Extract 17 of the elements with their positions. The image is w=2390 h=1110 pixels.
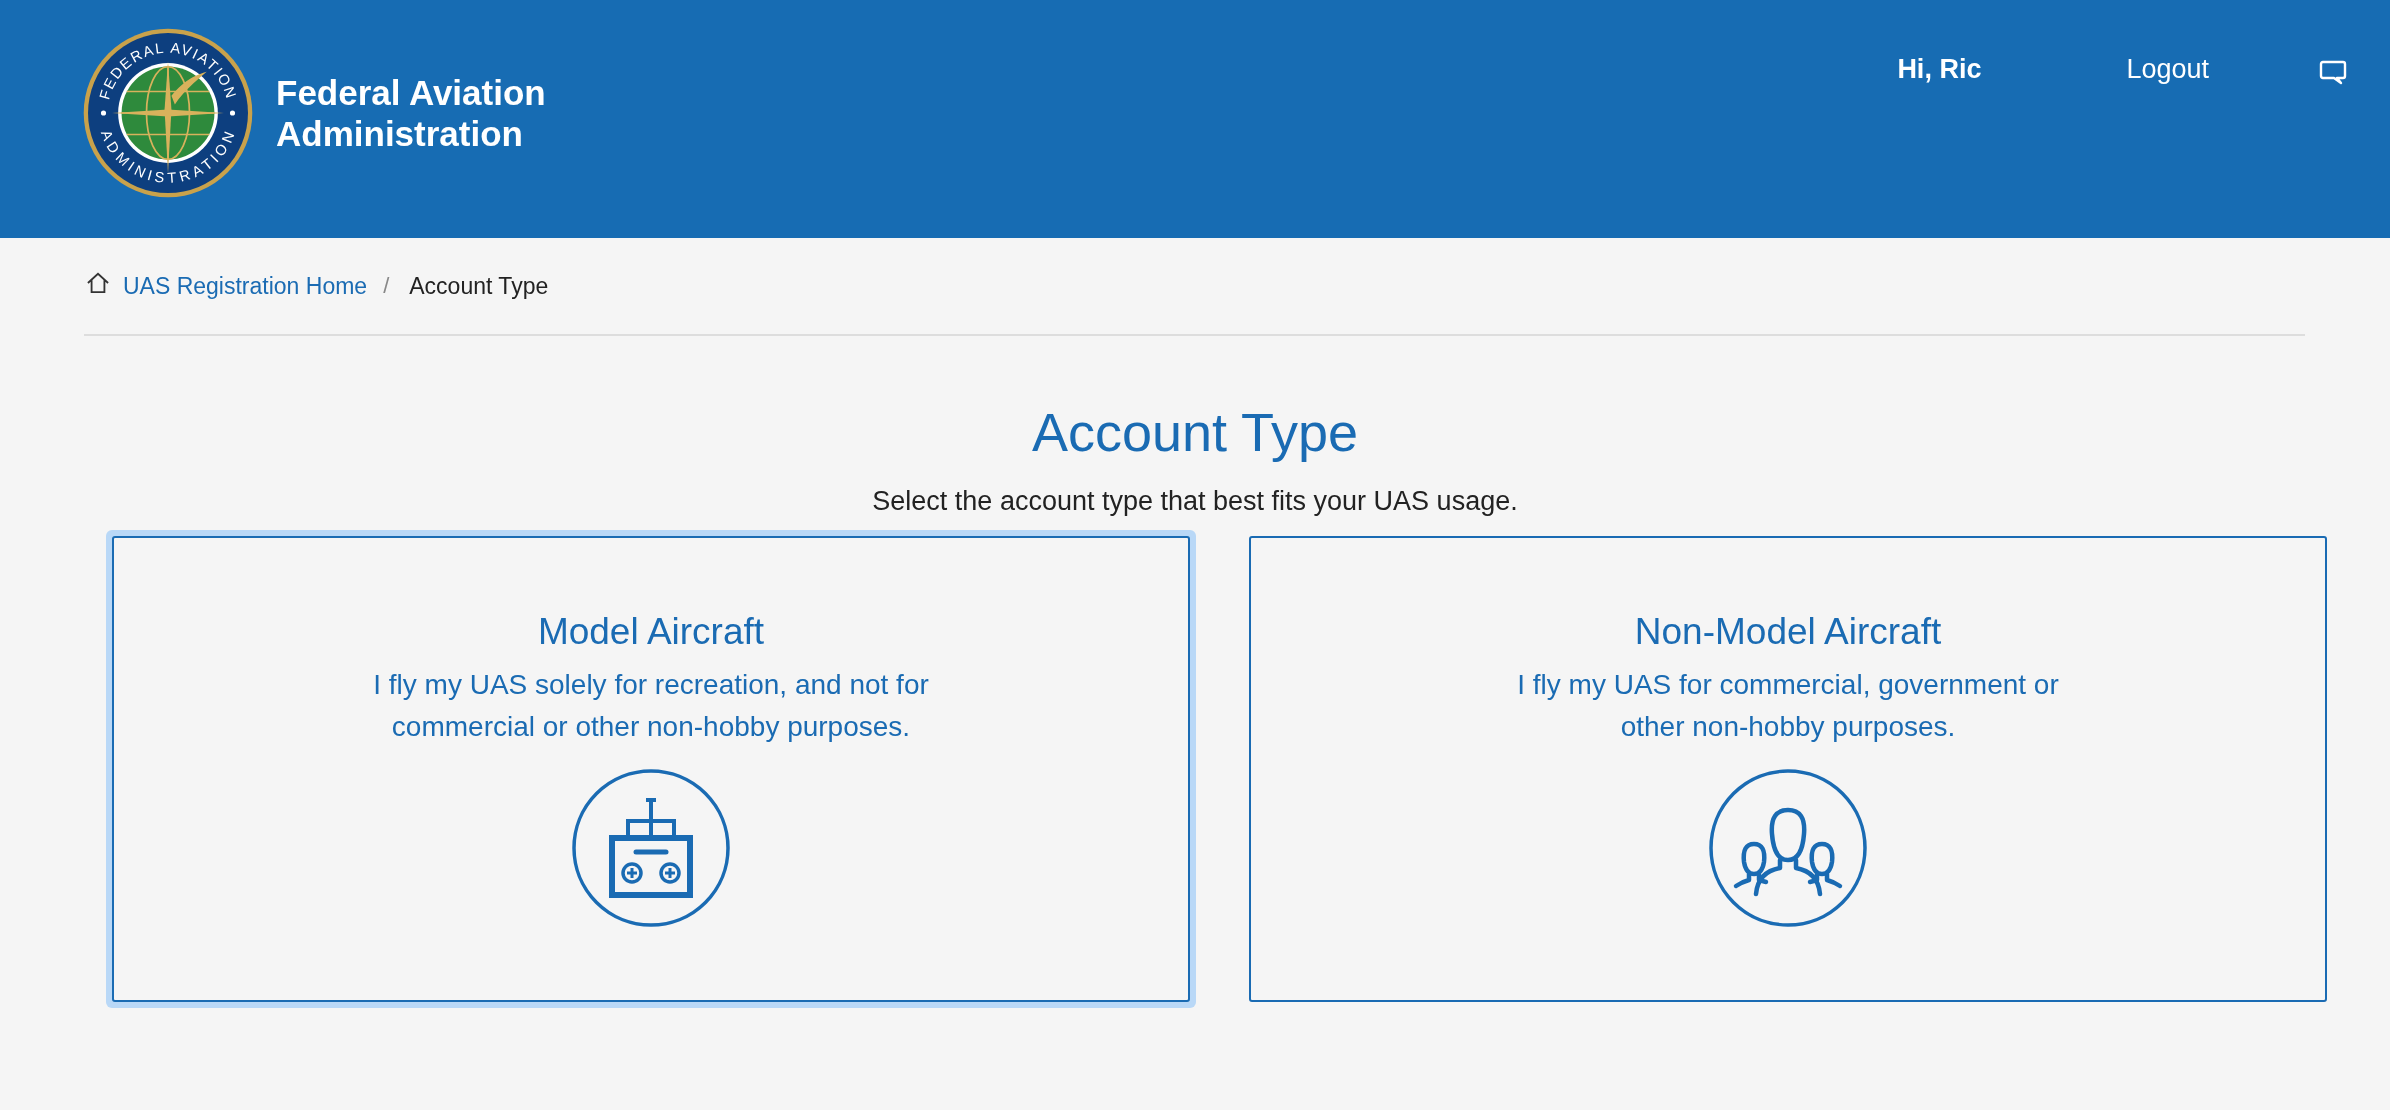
agency-name: Federal Aviation Administration <box>276 72 547 154</box>
page-title: Account Type <box>1030 401 1360 464</box>
user-greeting: Hi, Ric <box>1897 53 1982 85</box>
remote-controller-icon <box>571 768 731 928</box>
home-icon <box>86 272 110 294</box>
people-group-icon <box>1708 768 1868 928</box>
breadcrumb-current: Account Type <box>409 272 549 300</box>
breadcrumb-separator: / <box>383 273 390 299</box>
logout-link[interactable]: Logout <box>2126 53 2209 85</box>
chat-icon[interactable] <box>2319 60 2347 86</box>
card-description: I fly my UAS solely for recreation, and not for commercial or other non-hobby purposes. <box>372 668 930 744</box>
card-description: I fly my UAS for commercial, government or other non-hobby purposes. <box>1516 668 2060 744</box>
breadcrumb-home-link[interactable]: UAS Registration Home <box>123 272 368 300</box>
card-title: Non-Model Aircraft <box>1634 610 1942 654</box>
page-subtitle: Select the account type that best fits your UAS usage. <box>871 485 1519 518</box>
card-title: Model Aircraft <box>537 610 765 654</box>
account-type-card[interactable]: Model Aircraft I fly my UAS solely for recreation, and not for commercial or other non-hobby purposes. <box>106 530 1196 1008</box>
